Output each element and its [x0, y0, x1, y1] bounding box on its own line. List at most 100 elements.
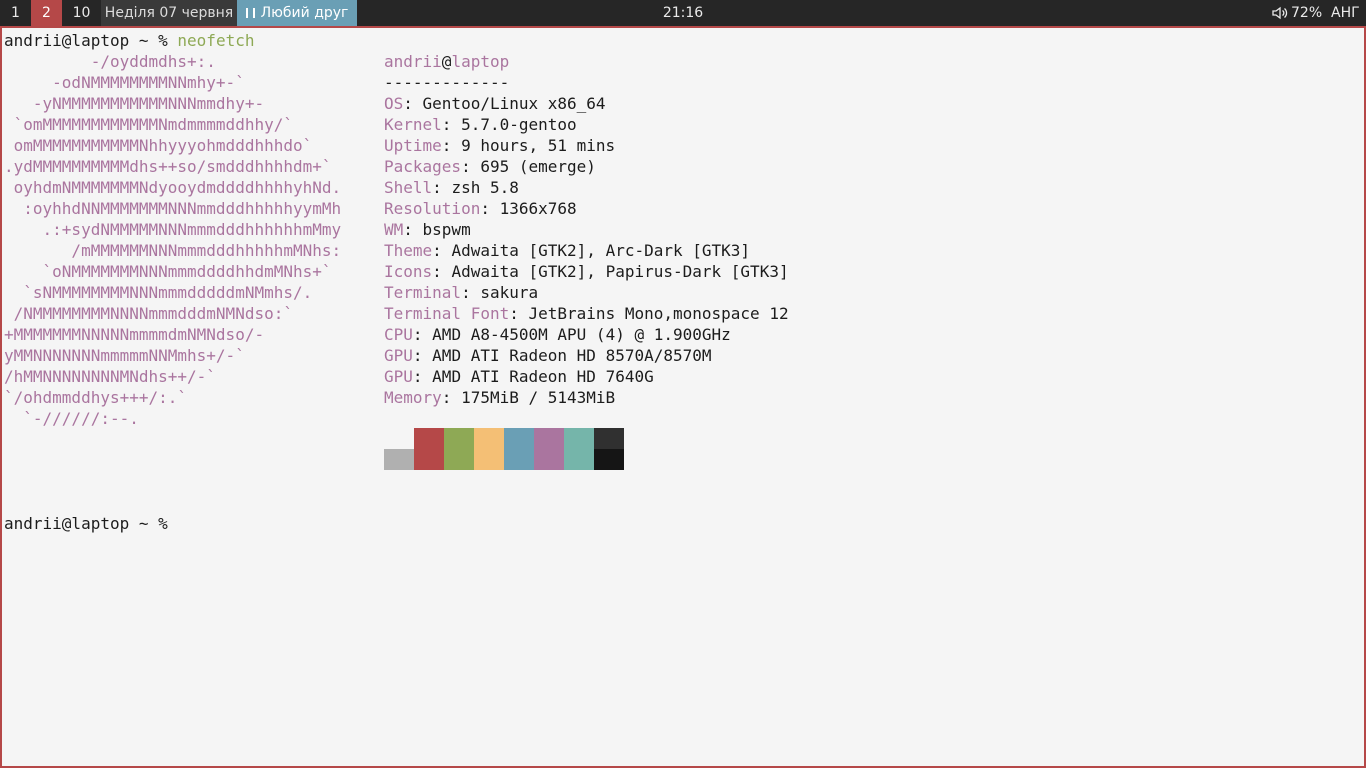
- workspace-10[interactable]: 10: [62, 0, 101, 26]
- color-swatch: [384, 449, 414, 470]
- at-sign: @: [441, 52, 452, 71]
- info-value: AMD A8-4500M APU (4) @ 1.900GHz: [432, 325, 731, 344]
- logo-line: :oyhhdNNMMMMMMMNNNmmdddhhhhhyymMh: [4, 199, 342, 218]
- info-label: GPU: [384, 367, 413, 386]
- info-row: Uptime: 9 hours, 51 mins: [384, 136, 616, 155]
- info-label: Packages: [384, 157, 462, 176]
- top-bar: 1 2 10 Неділя 07 червня Любий друг 21:16…: [0, 0, 1366, 26]
- info-label: WM: [384, 220, 404, 239]
- prompt-line-2[interactable]: andrii@laptop ~ %: [4, 513, 168, 534]
- info-value: 1366x768: [499, 199, 577, 218]
- date-display: Неділя 07 червня: [101, 0, 237, 26]
- prompt: andrii@laptop ~ %: [4, 514, 168, 533]
- user-name: andrii: [384, 52, 442, 71]
- info-row: Shell: zsh 5.8: [384, 178, 519, 197]
- prompt-line: andrii@laptop ~ % neofetch: [4, 30, 254, 51]
- color-swatch: [504, 449, 534, 470]
- info-label: Kernel: [384, 115, 442, 134]
- info-row: GPU: AMD ATI Radeon HD 8570A/8570M: [384, 346, 712, 365]
- info-value: Adwaita [GTK2], Arc-Dark [GTK3]: [451, 241, 751, 260]
- info-label: Icons: [384, 262, 433, 281]
- logo-line: -yNMMMMMMMMMMMNNNmmdhy+-: [4, 94, 265, 113]
- info-row: CPU: AMD A8-4500M APU (4) @ 1.900GHz: [384, 325, 731, 344]
- info-value: 695 (emerge): [480, 157, 596, 176]
- color-swatch: [444, 428, 474, 449]
- color-swatch: [564, 428, 594, 449]
- info-row: Memory: 175MiB / 5143MiB: [384, 388, 616, 407]
- info-label: Memory: [384, 388, 442, 407]
- color-swatch: [384, 428, 414, 449]
- info-value: bspwm: [422, 220, 471, 239]
- info-row: Packages: 695 (emerge): [384, 157, 596, 176]
- info-row: Resolution: 1366x768: [384, 199, 577, 218]
- info-value: Adwaita [GTK2], Papirus-Dark [GTK3]: [451, 262, 789, 281]
- info-row: GPU: AMD ATI Radeon HD 7640G: [384, 367, 654, 386]
- workspace-2-active[interactable]: 2: [31, 0, 62, 26]
- info-value: sakura: [480, 283, 539, 302]
- info-row: Terminal: sakura: [384, 283, 539, 302]
- logo-line: oyhdmNMMMMMMMNdyooydmddddhhhhyhNd.: [4, 178, 342, 197]
- logo-line: /NMMMMMMMMNNNNmmmdddmNMNdso:`: [4, 304, 293, 323]
- logo-line: -/oyddmdhs+:.: [4, 52, 216, 71]
- info-value: AMD ATI Radeon HD 7640G: [432, 367, 654, 386]
- info-value: zsh 5.8: [451, 178, 519, 197]
- color-swatch: [474, 428, 504, 449]
- logo-line: .ydMMMMMMMMMMdhs++so/smdddhhhhdm+`: [4, 157, 332, 176]
- info-value: 5.7.0-gentoo: [461, 115, 577, 134]
- media-player[interactable]: Любий друг: [237, 0, 357, 26]
- now-playing-title: Любий друг: [260, 5, 349, 21]
- color-swatch: [594, 449, 624, 470]
- color-swatch: [534, 428, 564, 449]
- logo-line: -odNMMMMMMMMNNmhy+-`: [4, 73, 245, 92]
- color-swatch: [414, 428, 444, 449]
- speaker-icon: [1272, 6, 1288, 20]
- volume-indicator[interactable]: 72%: [1272, 0, 1322, 26]
- info-row: OS: Gentoo/Linux x86_64: [384, 94, 606, 113]
- logo-line: yMMNNNNNNNmmmmmNNMmhs+/-`: [4, 346, 245, 365]
- info-row: Kernel: 5.7.0-gentoo: [384, 115, 577, 134]
- command-text: neofetch: [177, 31, 255, 50]
- logo-line: `oNMMMMMMMNNNmmmddddhhdmMNhs+`: [4, 262, 332, 281]
- logo-line: /hMMNNNNNNNNMNdhs++/-`: [4, 367, 216, 386]
- info-row: Theme: Adwaita [GTK2], Arc-Dark [GTK3]: [384, 241, 751, 260]
- info-value: 9 hours, 51 mins: [461, 136, 616, 155]
- keyboard-layout[interactable]: АНГ: [1331, 0, 1360, 26]
- prompt: andrii@laptop ~ %: [4, 31, 168, 50]
- separator: -------------: [384, 73, 510, 92]
- color-swatch: [474, 449, 504, 470]
- volume-level: 72%: [1291, 5, 1323, 21]
- info-label: Terminal: [384, 283, 462, 302]
- color-swatch: [444, 449, 474, 470]
- logo-line: omMMMMMMMMMMMNhhyyyohmdddhhhdo`: [4, 136, 313, 155]
- info-label: GPU: [384, 346, 413, 365]
- info-label: Shell: [384, 178, 433, 197]
- logo-line: `/ohdmmddhys+++/:.`: [4, 388, 188, 407]
- info-label: CPU: [384, 325, 413, 344]
- info-row: WM: bspwm: [384, 220, 471, 239]
- info-value: Gentoo/Linux x86_64: [422, 94, 606, 113]
- info-value: JetBrains Mono,monospace 12: [528, 304, 789, 323]
- logo-line: .:+sydNMMMMMNNNmmmdddhhhhhhmMmy: [4, 220, 342, 239]
- info-value: 175MiB / 5143MiB: [461, 388, 616, 407]
- info-row: Terminal Font: JetBrains Mono,monospace …: [384, 304, 789, 323]
- pause-icon[interactable]: [245, 8, 255, 18]
- clock: 21:16: [662, 5, 704, 21]
- color-swatch: [534, 449, 564, 470]
- info-label: Terminal Font: [384, 304, 510, 323]
- info-label: OS: [384, 94, 404, 113]
- info-label: Theme: [384, 241, 433, 260]
- info-label: Resolution: [384, 199, 481, 218]
- logo-line: /mMMMMMMNNNmmmdddhhhhhmMNhs:: [4, 241, 342, 260]
- logo-line: `sNMMMMMMMMNNNmmmdddddmNMmhs/.: [4, 283, 313, 302]
- host-name: laptop: [451, 52, 510, 71]
- logo-line: `-//////:--.: [4, 409, 139, 428]
- user-host: andrii@laptop: [384, 51, 509, 72]
- info-row: Icons: Adwaita [GTK2], Papirus-Dark [GTK…: [384, 262, 789, 281]
- terminal-window[interactable]: andrii@laptop ~ % neofetch -/oyddmdhs+:.…: [0, 26, 1366, 768]
- logo-line: `omMMMMMMMMMMMMNmdmmmmddhhy/`: [4, 115, 293, 134]
- color-swatch: [504, 428, 534, 449]
- color-swatch: [594, 428, 624, 449]
- info-value: AMD ATI Radeon HD 8570A/8570M: [432, 346, 712, 365]
- info-label: Uptime: [384, 136, 442, 155]
- workspace-1[interactable]: 1: [0, 0, 31, 26]
